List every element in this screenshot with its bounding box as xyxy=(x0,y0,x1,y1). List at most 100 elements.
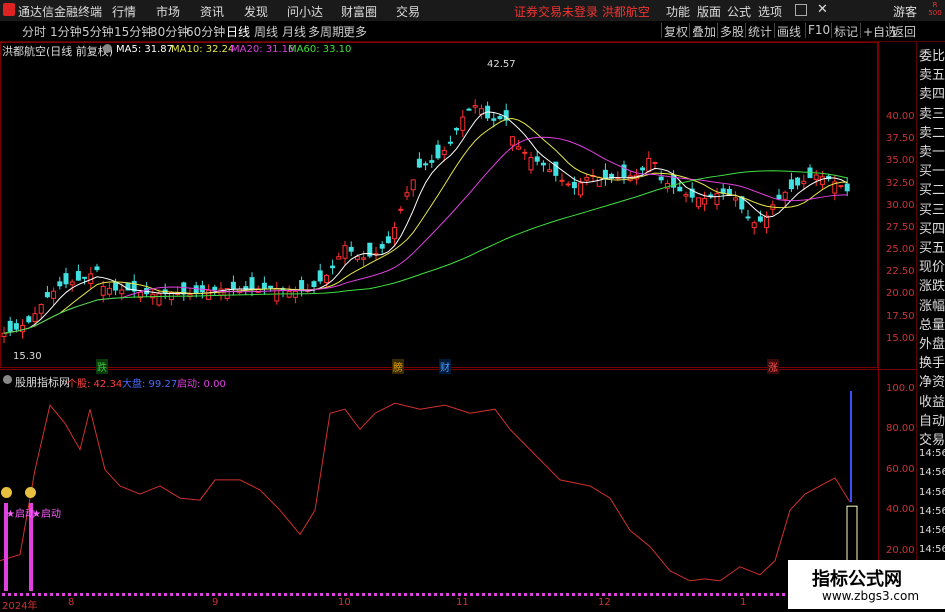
toolbar-button[interactable]: F10 xyxy=(805,23,832,38)
sidebar-item[interactable]: 自动 xyxy=(919,410,945,429)
menu-functions[interactable]: 功能 xyxy=(666,3,690,20)
menu-market[interactable]: 市场 xyxy=(156,3,180,20)
candle-body xyxy=(652,161,658,164)
candlestick-chart[interactable] xyxy=(0,42,878,368)
candle-body xyxy=(516,146,522,150)
menu-wealth-circle[interactable]: 财富圈 xyxy=(341,3,377,20)
window-box-icon[interactable] xyxy=(795,4,807,16)
period-tab[interactable]: 30分钟 xyxy=(150,23,189,40)
ma-label: MA60: 33.10 xyxy=(288,44,352,55)
candle-body xyxy=(63,273,69,285)
period-tab[interactable]: 周线 xyxy=(254,23,278,40)
candle-body xyxy=(559,179,565,182)
menu-quotes[interactable]: 行情 xyxy=(112,3,136,20)
candle-body xyxy=(26,316,32,323)
axis-divider xyxy=(878,42,879,609)
watermark-url: www.zbgs3.com xyxy=(822,589,920,603)
indicator-chart[interactable] xyxy=(0,371,878,596)
sidebar-item[interactable]: 换手 xyxy=(919,352,945,371)
candle-body xyxy=(435,144,441,159)
candle-body xyxy=(20,324,26,333)
time-tick: 10 xyxy=(338,597,351,608)
sidebar-item[interactable]: 卖一 xyxy=(919,141,945,160)
price-tick: 40.00 xyxy=(886,111,915,122)
menu-discover[interactable]: 发现 xyxy=(244,3,268,20)
menu-options[interactable]: 选项 xyxy=(758,3,782,20)
sidebar-item[interactable]: 涨幅 xyxy=(919,295,945,314)
sidebar-item[interactable]: 收益 xyxy=(919,391,945,410)
sidebar-item[interactable]: 14:56 xyxy=(919,506,945,517)
low-price-label: 15.30 xyxy=(13,351,42,362)
period-tab[interactable]: 60分钟 xyxy=(186,23,225,40)
event-marker[interactable]: 涨 xyxy=(767,359,779,374)
period-tab[interactable]: 多周期 xyxy=(308,23,344,40)
sidebar-item[interactable]: 净资 xyxy=(919,371,945,390)
user-guest[interactable]: 游客 xyxy=(893,3,917,20)
period-tab[interactable]: 分时 xyxy=(22,23,46,40)
indicator-value-label: 个股: 42.34 xyxy=(67,379,123,390)
candle-body xyxy=(844,183,850,192)
candle-body xyxy=(776,194,782,200)
toolbar-button[interactable]: 复权 xyxy=(661,23,690,39)
toolbar-button[interactable]: 叠加 xyxy=(689,23,718,39)
menu-assistant[interactable]: 问小达 xyxy=(287,3,323,20)
sidebar-item[interactable]: 买二 xyxy=(919,179,945,198)
sidebar-item[interactable]: 14:56 xyxy=(919,487,945,498)
start-marker: ★启动 xyxy=(6,509,35,520)
sidebar-item[interactable]: 14:56 xyxy=(919,544,945,555)
candle-body xyxy=(813,174,819,180)
candle-body xyxy=(230,281,236,290)
candle-body xyxy=(472,105,478,108)
candle-body xyxy=(44,292,50,298)
sidebar-item[interactable]: 现价 xyxy=(919,256,945,275)
sidebar-item[interactable]: 买四 xyxy=(919,218,945,237)
candle-body xyxy=(757,216,763,222)
sidebar-item[interactable]: 卖二 xyxy=(919,122,945,141)
sidebar-item[interactable]: 涨跌 xyxy=(919,275,945,294)
sidebar-item[interactable]: 卖四 xyxy=(919,83,945,102)
candle-body xyxy=(788,179,794,190)
toolbar-button[interactable]: 画线 xyxy=(774,23,803,39)
period-tab[interactable]: 15分钟 xyxy=(114,23,153,40)
candle-body xyxy=(695,197,701,208)
price-tick: 25.00 xyxy=(886,244,915,256)
close-icon[interactable]: ✕ xyxy=(817,2,828,17)
period-tab[interactable]: 日线 xyxy=(226,23,250,40)
sidebar-item[interactable]: 14:56 xyxy=(919,525,945,536)
menu-formula[interactable]: 公式 xyxy=(727,3,751,20)
sidebar-item[interactable]: 14:56 xyxy=(919,467,945,478)
event-marker[interactable]: 财 xyxy=(439,359,451,374)
sidebar-item[interactable]: 总量 xyxy=(919,314,945,333)
price-tick: 35.00 xyxy=(886,155,915,167)
sidebar-item[interactable]: 卖三 xyxy=(919,103,945,122)
dropdown-icon[interactable] xyxy=(103,44,112,53)
sidebar-item[interactable]: 外盘 xyxy=(919,333,945,352)
toolbar-button[interactable]: 返回 xyxy=(889,23,918,39)
sidebar-item[interactable]: 交易 xyxy=(919,429,945,448)
period-tab[interactable]: 更多 xyxy=(343,23,367,40)
sidebar-item[interactable]: 卖五 xyxy=(919,64,945,83)
toolbar-button[interactable]: 标记 xyxy=(831,23,860,39)
toolbar-button[interactable]: 统计 xyxy=(745,23,774,39)
menu-news[interactable]: 资讯 xyxy=(200,3,224,20)
sidebar-item[interactable]: 买三 xyxy=(919,199,945,218)
period-tab[interactable]: 月线 xyxy=(282,23,306,40)
candle-body xyxy=(336,256,342,260)
indicator-dropdown-icon[interactable] xyxy=(3,375,12,384)
menu-trade[interactable]: 交易 xyxy=(396,3,420,20)
candle-body xyxy=(764,215,770,228)
sidebar-item[interactable]: 买一 xyxy=(919,160,945,179)
sidebar-item[interactable]: 14:56 xyxy=(919,448,945,459)
period-tab[interactable]: 1分钟 xyxy=(50,23,82,40)
toolbar-button[interactable]: 多股 xyxy=(717,23,746,39)
menu-layout[interactable]: 版面 xyxy=(697,3,721,20)
period-tab[interactable]: 5分钟 xyxy=(82,23,114,40)
sidebar-item[interactable]: 买五 xyxy=(919,237,945,256)
event-marker[interactable]: 跌 xyxy=(96,359,108,374)
login-notice[interactable]: 证券交易未登录 洪都航空 xyxy=(514,3,650,20)
ma5-line xyxy=(3,111,848,334)
sidebar-item[interactable]: 委比 xyxy=(919,45,945,64)
event-marker[interactable]: 膀 xyxy=(392,359,404,374)
candle-body xyxy=(193,285,199,294)
time-tick: 9 xyxy=(212,597,219,608)
